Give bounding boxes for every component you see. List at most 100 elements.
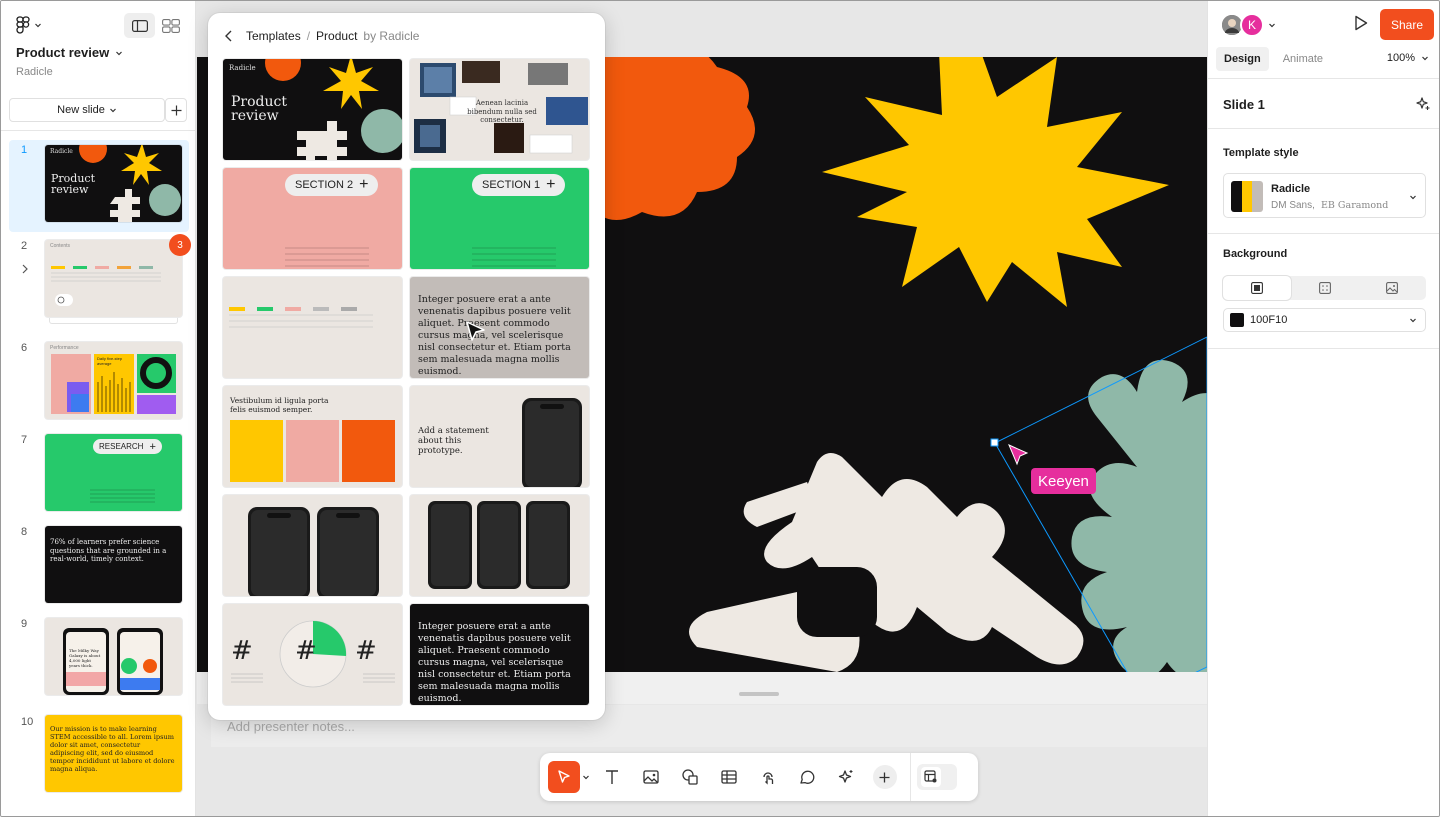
comment-badge[interactable]: 3 [169,234,191,256]
slide-thumbnail-8[interactable]: 8 76% of learners prefer science questio… [9,522,189,608]
tile-text: Integer posuere erat a ante venenatis da… [418,294,571,377]
background-color-value[interactable]: 100F10 [1250,314,1287,326]
solid-fill-button[interactable] [1223,276,1291,300]
tile-text: Add a statement about this prototype. [418,426,489,456]
hash-label: # [355,636,377,666]
figma-logo-icon [16,16,30,34]
toolbar-divider [910,753,911,801]
style-swatch [1231,181,1263,212]
slide-thumbnail-1[interactable]: 1 Radicle Product review [9,140,189,232]
background-color-field[interactable]: 100F10 [1223,308,1426,332]
ai-tool-button[interactable] [826,761,865,793]
grid-view-button[interactable] [155,13,186,38]
template-tile-dark-quote[interactable]: Integer posuere erat a ante venenatis da… [410,604,589,705]
style-font-primary: DM Sans, [1271,200,1315,211]
present-play-icon[interactable] [1354,15,1368,31]
list-view-button[interactable] [124,13,155,38]
color-swatch[interactable] [1230,313,1244,327]
tab-animate[interactable]: Animate [1275,47,1331,71]
file-name-button[interactable]: Product review [16,45,123,60]
orange-blob-shape[interactable] [587,57,755,220]
interaction-tool-button[interactable] [748,761,787,793]
bottom-toolbar [540,753,978,801]
tile-brand: Radicle [229,64,256,72]
avatar[interactable]: K [1240,13,1264,37]
breadcrumb-separator: / [306,29,311,43]
tile-text: Integer posuere erat a ante venenatis da… [418,621,571,704]
template-tile-collage[interactable]: Aenean lacinia bibendum nulla sed consec… [410,59,589,160]
template-tile-quote[interactable]: Integer posuere erat a ante venenatis da… [410,277,589,378]
sage-blob-shape[interactable] [1071,360,1207,672]
template-tile-pie[interactable]: # # # [223,604,402,705]
mouse-pointer-icon [466,321,485,341]
slide-thumbnail-9[interactable]: 9 The Milky Way Galaxy is about 4,000 li… [9,614,189,700]
template-tile-cover[interactable]: Radicle Product review [223,59,402,160]
slide-number: 9 [21,618,28,630]
move-tool-button[interactable] [548,761,580,793]
plus-icon [171,105,181,115]
plus-icon: + [359,176,369,193]
template-tile-cards[interactable]: Vestibulum id ligula porta felis euismod… [223,386,402,487]
breadcrumb-root[interactable]: Templates [246,29,301,43]
view-toggle[interactable] [124,13,187,38]
hash-label: # [295,636,317,666]
add-slide-button[interactable] [165,98,187,122]
plus-icon [872,765,897,789]
chevron-left-icon[interactable] [224,30,234,42]
section-title: Background [1223,248,1288,260]
tab-design[interactable]: Design [1216,47,1269,71]
chevron-down-icon [1410,318,1416,323]
image-fill-button[interactable] [1358,276,1426,300]
contents-table-art [229,307,373,328]
zoom-dropdown[interactable]: 100% [1387,52,1429,64]
text-tool-button[interactable] [592,761,631,793]
template-style-dropdown[interactable]: Radicle DM Sans, EB Garamond [1223,173,1426,218]
resize-handle[interactable] [990,438,999,447]
hash-label: # [231,636,253,666]
section-label: RESEARCH [99,442,144,451]
two-phones-art [248,507,379,596]
collaborators[interactable]: K [1220,13,1276,37]
file-header: Product review Radicle New slide [1,1,195,131]
template-tile-section-2[interactable]: SECTION 2 + [223,168,402,269]
slide-number: 10 [21,716,34,728]
slide-thumbnail-10[interactable]: 10 Our mission is to make learning STEM … [9,706,189,792]
comment-tool-button[interactable] [787,761,826,793]
slide-title: Contents [50,243,71,249]
template-tile-contents[interactable] [223,277,402,378]
background-section: Background 100F10 [1208,234,1439,349]
left-sidebar: Product review Radicle New slide 1 Radic… [1,1,196,816]
slide-title: Product review [51,172,95,196]
slide-thumbnail-7[interactable]: 7 RESEARCH + [9,430,189,516]
notes-resize-handle[interactable] [739,692,779,696]
slide-text: 76% of learners prefer science questions… [50,538,167,563]
slide-preview: Performance Daily five-step average [45,342,182,419]
phones-art [63,628,163,695]
main-menu-button[interactable] [16,16,42,34]
slide-subtitle: Daily five-step average [97,356,123,366]
template-tile-two-phones[interactable] [223,495,402,596]
image-icon [1386,282,1399,294]
chevron-right-icon[interactable] [21,264,29,274]
slide-thumbnail-2[interactable]: 2 Contents 3 [9,234,191,332]
share-button[interactable]: Share [1380,9,1434,40]
mode-toggle[interactable] [917,764,957,790]
user-photo-icon [1222,15,1242,35]
slide-text: Our mission is to make learning STEM acc… [50,725,175,773]
move-tool-menu[interactable] [580,773,592,781]
section-label: SECTION 2 [295,179,354,191]
more-tools-button[interactable] [865,761,904,793]
template-tile-section-1[interactable]: SECTION 1 + [410,168,589,269]
template-tile-three-phones[interactable] [410,495,589,596]
template-tile-statement[interactable]: Add a statement about this prototype. [410,386,589,487]
pattern-fill-button[interactable] [1291,276,1359,300]
sparkle-icon[interactable] [1415,96,1431,112]
hashtag-shape[interactable] [689,453,1084,672]
new-slide-button[interactable]: New slide [9,98,165,122]
image-tool-button[interactable] [631,761,670,793]
slide-thumbnail-6[interactable]: 6 Performance Daily five-step average [9,338,189,424]
chevron-down-icon[interactable] [1268,21,1276,29]
yellow-sun-shape[interactable] [822,57,1169,307]
shape-tool-button[interactable] [670,761,709,793]
table-tool-button[interactable] [709,761,748,793]
